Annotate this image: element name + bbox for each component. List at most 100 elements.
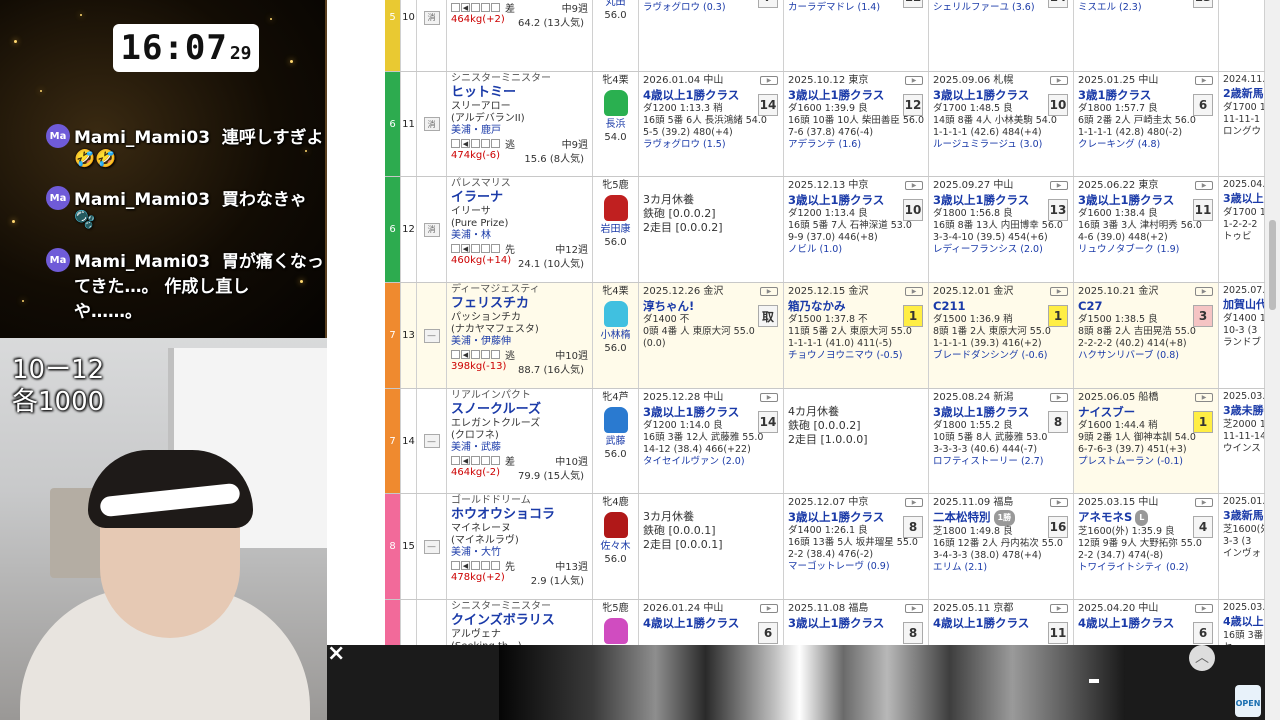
winner[interactable]: エリム (2.1) xyxy=(933,562,1069,574)
past-race[interactable]: ▶ 2025.10.21 金沢 C27 3 ダ1500 1:38.5 良 8頭 8番 2人… xyxy=(1074,283,1219,388)
past-race[interactable]: ▶12ダ1600 1:39.1 良16頭 5番 11人 菊沢一樹 56.012-… xyxy=(784,0,929,71)
video-icon[interactable]: ▶ xyxy=(1195,498,1213,507)
past-race[interactable]: 4カ月休養 鉄砲 [0.0.0.2] 2走目 [1.0.0.0] xyxy=(784,389,929,493)
scroll-top-icon[interactable]: ︿ xyxy=(1189,645,1215,671)
winner[interactable]: アデランテ (1.6) xyxy=(788,139,924,151)
mark-cell[interactable]: 消 xyxy=(417,177,447,282)
past-race[interactable]: ▶ 2025.12.07 中京 3歳以上1勝クラス 8 ダ1400 1:26.1 良 16… xyxy=(784,494,929,599)
winner[interactable]: ラヴォグロウ (1.5) xyxy=(643,139,779,151)
horse-name[interactable]: フェリスチカ xyxy=(451,296,588,312)
past-race[interactable]: ▶ 2025.06.22 東京 3歳以上1勝クラス 11 ダ1600 1:38.4 良1… xyxy=(1074,177,1219,282)
winner[interactable]: ハクサンリバーブ (0.8) xyxy=(1078,350,1214,362)
video-icon[interactable]: ▶ xyxy=(1050,181,1068,190)
horse-name[interactable]: ヒットミー xyxy=(451,85,588,101)
past-race[interactable]: ▶ 2026.01.04 中山 4歳以上1勝クラス 14 ダ1200 1:13.3 稍1… xyxy=(639,72,784,176)
mark-selector[interactable]: 消 xyxy=(423,117,440,131)
video-icon[interactable]: ▶ xyxy=(1195,287,1213,296)
video-icon[interactable]: ▶ xyxy=(905,604,923,613)
past-race[interactable]: ▶ 2025.06.05 船橋 ナイスブー 1 ダ1600 1:44.4 稍 9頭 2番 … xyxy=(1074,389,1219,493)
mark-selector[interactable]: ― xyxy=(423,539,440,554)
past-race[interactable]: ▶ 2025.12.01 金沢 C211 1 ダ1500 1:36.9 稍 8頭 1番 2… xyxy=(929,283,1074,388)
video-icon[interactable]: ▶ xyxy=(1050,287,1068,296)
video-icon[interactable]: ▶ xyxy=(1195,604,1213,613)
past-race[interactable]: ▶7ダ1200 1:12.4 稍16頭 8番 15人 丸田恭介 56.016-1… xyxy=(639,0,784,71)
ad-xray-image[interactable] xyxy=(499,645,1125,720)
mark-cell[interactable]: ― xyxy=(417,389,447,493)
mark-selector[interactable]: 消 xyxy=(423,222,440,237)
winner[interactable]: チョウノヨウニマウ (-0.5) xyxy=(788,350,924,362)
ad-open-button[interactable]: OPEN xyxy=(1235,685,1261,717)
past-race[interactable]: ▶ 2025.08.24 新潟 3歳以上1勝クラス 8 ダ1800 1:55.2 良 10… xyxy=(929,389,1074,493)
past-race-5[interactable]: 2025.07. 加賀山代 ダ1400 1 10-3 (3 ランドブ xyxy=(1219,283,1265,388)
winner[interactable]: レディーフランシス (2.0) xyxy=(933,244,1069,256)
video-icon[interactable]: ▶ xyxy=(760,604,778,613)
video-icon[interactable]: ▶ xyxy=(760,393,778,402)
horse-name[interactable]: クインズボラリス xyxy=(451,613,588,629)
mark-cell[interactable]: ― xyxy=(417,494,447,599)
video-icon[interactable]: ▶ xyxy=(905,287,923,296)
past-race[interactable]: ▶ 2025.03.15 中山 アネモネS L 4 芝1600(外) 1:35.9 良 12… xyxy=(1074,494,1219,599)
past-race[interactable]: ▶14ダ1700 1:49.8 良14頭 5番 14人 丸田恭介 56.06-6… xyxy=(929,0,1074,71)
winner[interactable]: トワイライトシティ (0.2) xyxy=(1078,562,1214,574)
jockey-name[interactable]: 小林楕 xyxy=(593,329,638,342)
winner[interactable]: ルージュミラージュ (3.0) xyxy=(933,139,1069,151)
jockey-name[interactable]: 長浜 xyxy=(593,118,638,131)
past-race[interactable]: ▶ 2025.11.09 福島 二本松特別 1勝 16 芝1800 1:49.8 良 16頭… xyxy=(929,494,1074,599)
video-icon[interactable]: ▶ xyxy=(1195,181,1213,190)
winner[interactable]: プレストムーラン (-0.1) xyxy=(1078,456,1214,468)
winner[interactable]: ロフティストーリー (2.7) xyxy=(933,456,1069,468)
ad-close-icon[interactable]: × xyxy=(327,643,345,665)
winner[interactable]: マーゴットレーヴ (0.9) xyxy=(788,561,924,573)
mark-selector[interactable]: ― xyxy=(423,328,440,343)
past-race-5[interactable]: 2024.11. 2歳新馬 ダ1700 1 11-11-1 ロングウ xyxy=(1219,72,1265,176)
horse-name[interactable]: スノークルーズ xyxy=(451,402,588,418)
past-race[interactable]: ▶ 2025.12.26 金沢 淳ちゃん! 取ダ1400 不 0頭 4番 人 東原大河 … xyxy=(639,283,784,388)
mark-cell[interactable]: 消 xyxy=(417,72,447,176)
video-icon[interactable]: ▶ xyxy=(905,498,923,507)
past-race[interactable]: 3カ月休養 鉄砲 [0.0.0.2] 2走目 [0.0.0.2] xyxy=(639,177,784,282)
mark-selector[interactable]: 消 xyxy=(423,10,440,25)
past-race[interactable]: ▶ 2025.09.06 札幌 3歳以上1勝クラス 10 ダ1700 1:48.5 良1… xyxy=(929,72,1074,176)
jockey-name[interactable]: 武藤 xyxy=(593,435,638,448)
winner[interactable]: タイセイルヴァン (2.0) xyxy=(643,456,779,468)
past-race[interactable]: ▶13ダ1200 1:14.3 良15頭 13番 9人 丸田恭介 56.010-… xyxy=(1074,0,1219,71)
video-icon[interactable]: ▶ xyxy=(1050,393,1068,402)
video-icon[interactable]: ▶ xyxy=(905,181,923,190)
past-race-5[interactable]: 2025.04. 3歳以上 ダ1700 1 1-2-2-2 トゥビ xyxy=(1219,177,1265,282)
past-race[interactable]: ▶ 2025.12.28 中山 3歳以上1勝クラス 14 ダ1200 1:14.0 良1… xyxy=(639,389,784,493)
scrollbar-thumb[interactable] xyxy=(1269,220,1276,310)
video-icon[interactable]: ▶ xyxy=(1050,604,1068,613)
mark-cell[interactable]: ― xyxy=(417,283,447,388)
past-race[interactable]: ▶ 2025.12.13 中京 3歳以上1勝クラス 10 ダ1200 1:13.4 良1… xyxy=(784,177,929,282)
vertical-scrollbar[interactable] xyxy=(1265,0,1280,720)
video-icon[interactable]: ▶ xyxy=(760,76,778,85)
ad-banner[interactable]: × ︿ OPEN xyxy=(327,643,1265,720)
video-icon[interactable]: ▶ xyxy=(1050,76,1068,85)
past-race-5[interactable]: ダ1400 14-5-4-3タマモク xyxy=(1219,0,1265,71)
mark-selector[interactable]: ― xyxy=(423,434,440,448)
video-icon[interactable]: ▶ xyxy=(760,287,778,296)
race-detail: トゥビ xyxy=(1223,231,1252,242)
video-icon[interactable]: ▶ xyxy=(1195,76,1213,85)
past-race[interactable]: ▶ 2025.10.12 東京 3歳以上1勝クラス 12 ダ1600 1:39.9 良1… xyxy=(784,72,929,176)
jockey-name[interactable]: 岩田康 xyxy=(593,223,638,236)
winner[interactable]: クレーキング (4.8) xyxy=(1078,139,1214,151)
past-race-5[interactable]: 2025.03. 3歳未勝 芝2000 1 11-11-14 ウインス xyxy=(1219,389,1265,493)
past-race[interactable]: ▶ 2025.09.27 中山 3歳以上1勝クラス 13 ダ1800 1:56.8 良1… xyxy=(929,177,1074,282)
horse-name[interactable]: イラーナ xyxy=(451,190,588,206)
winner[interactable]: ノビル (1.0) xyxy=(788,244,924,256)
past-race[interactable]: 3カ月休養 鉄砲 [0.0.0.1] 2走目 [0.0.0.1] xyxy=(639,494,784,599)
jockey-name[interactable]: 佐々木 xyxy=(593,540,638,553)
past-race[interactable]: ▶ 2025.01.25 中山 3歳1勝クラス 6 ダ1800 1:57.7 良 6頭 2… xyxy=(1074,72,1219,176)
ad-minimize-icon[interactable] xyxy=(1089,679,1099,683)
past-race[interactable]: ▶ 2025.12.15 金沢 箱乃なかみ 1 ダ1500 1:37.8 不 11頭 5番… xyxy=(784,283,929,388)
jockey-name[interactable]: 丸田 xyxy=(593,0,638,9)
winner[interactable]: リュウノタブーク (1.9) xyxy=(1078,244,1214,256)
winner[interactable]: ブレードダンシング (-0.6) xyxy=(933,350,1069,362)
video-icon[interactable]: ▶ xyxy=(905,76,923,85)
mark-cell[interactable]: 消 xyxy=(417,0,447,71)
video-icon[interactable]: ▶ xyxy=(1050,498,1068,507)
past-race-5[interactable]: 2025.01. 3歳新馬芝1600(外3-3 (3インヴォ xyxy=(1219,494,1265,599)
horse-name[interactable]: ホウオウショコラ xyxy=(451,507,588,523)
video-icon[interactable]: ▶ xyxy=(1195,393,1213,402)
